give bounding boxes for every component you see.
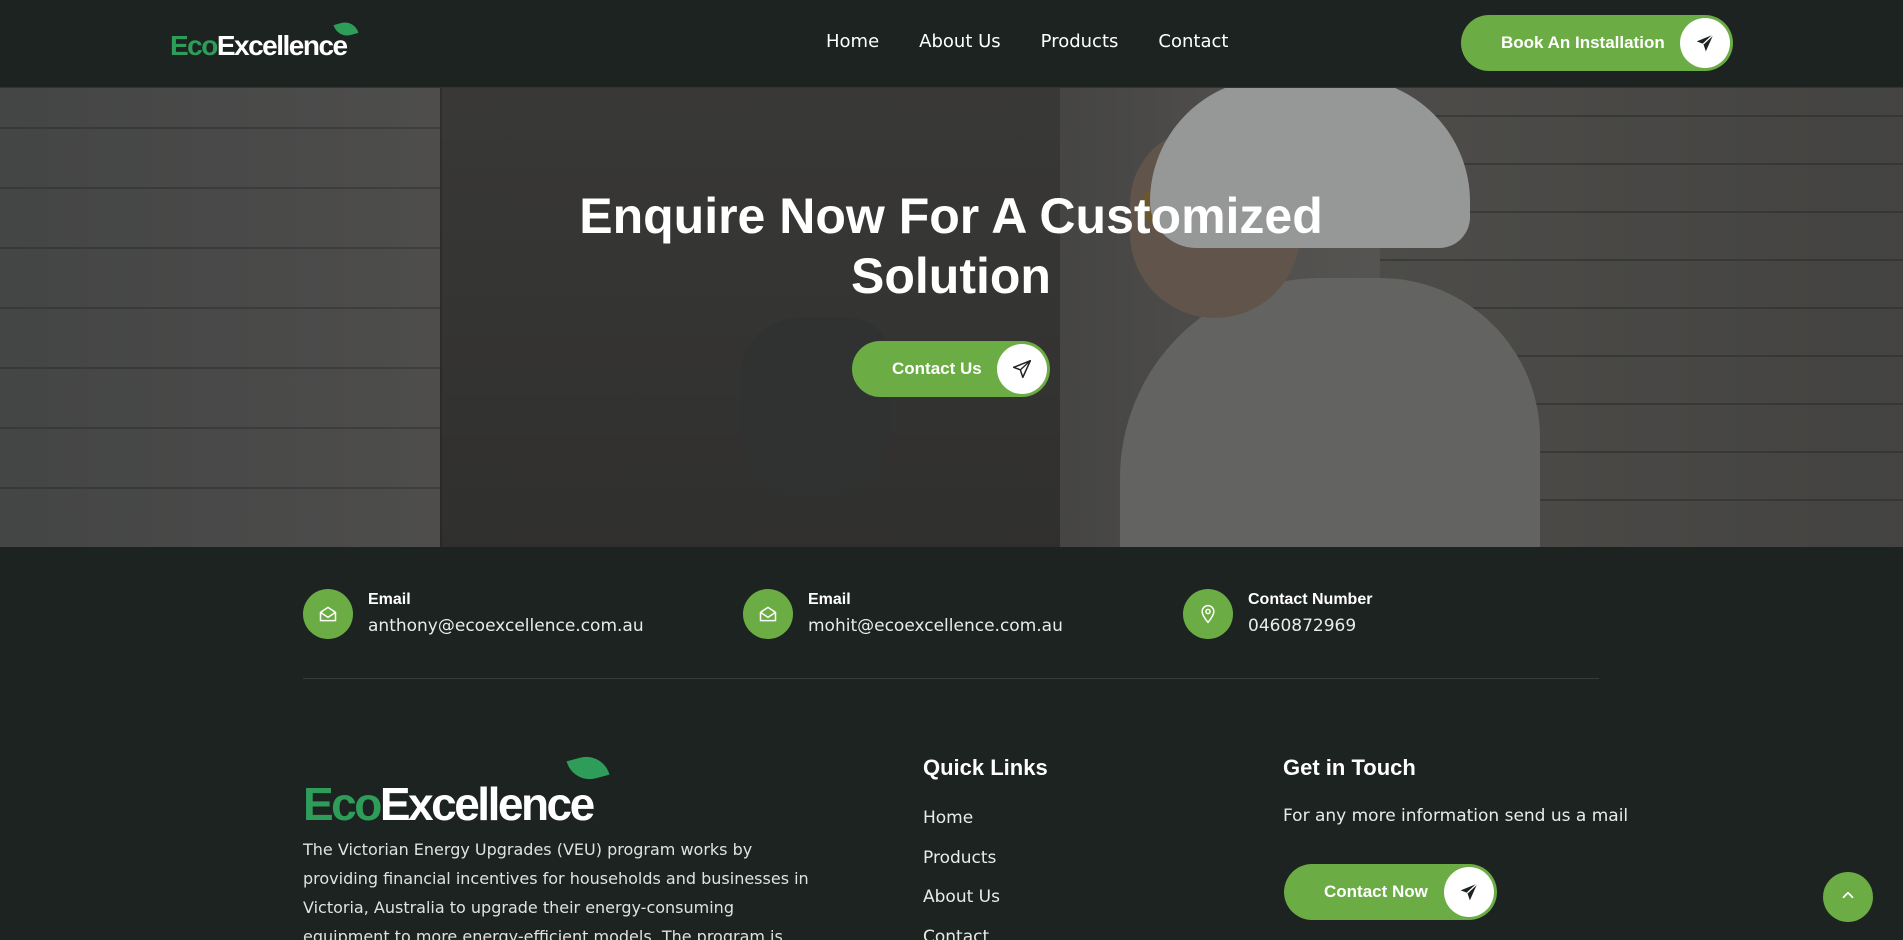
contact-email-2-value[interactable]: mohit@ecoexcellence.com.au [808, 616, 1063, 636]
nav-item-contact[interactable]: Contact [1158, 28, 1228, 56]
list-item: Home [923, 805, 1000, 845]
footer-divider [303, 678, 1599, 679]
hero-banner: Enquire Now For A Customized Solution Co… [0, 88, 1903, 547]
footer-logo[interactable]: EcoExcellence [303, 751, 610, 830]
quick-links-list: Home Products About Us Contact [923, 805, 1000, 940]
envelope-open-icon [303, 589, 353, 639]
get-in-touch-title: Get in Touch [1283, 755, 1416, 780]
contact-info-row: Email anthony@ecoexcellence.com.au Email… [303, 589, 1599, 639]
list-item: About Us [923, 884, 1000, 924]
contact-now-button[interactable]: Contact Now [1284, 864, 1497, 920]
paper-plane-icon [997, 344, 1047, 394]
site-logo[interactable]: EcoExcellence [170, 19, 359, 68]
book-installation-label: Book An Installation [1501, 33, 1665, 52]
site-header: EcoExcellence Home About Us Products Con… [0, 0, 1903, 88]
paper-plane-icon [1680, 18, 1730, 68]
hero-title-line1: Enquire Now For A Customized [579, 188, 1323, 244]
chevron-up-icon [1839, 886, 1857, 908]
nav-item-about-us[interactable]: About Us [919, 28, 1001, 56]
list-item: Products [923, 845, 1000, 885]
quick-link-products[interactable]: Products [923, 848, 996, 868]
scroll-to-top-button[interactable] [1823, 872, 1873, 922]
logo-excellence-text: Excellence [216, 30, 348, 61]
get-in-touch-text: For any more information send us a mail [1283, 806, 1629, 826]
hero-title-line2: Solution [851, 248, 1051, 304]
nav-item-home[interactable]: Home [826, 28, 879, 56]
hero-title: Enquire Now For A Customized Solution [551, 186, 1351, 306]
contact-phone-title: Contact Number [1248, 591, 1373, 608]
quick-link-contact[interactable]: Contact [923, 927, 989, 940]
contact-email-1-title: Email [368, 591, 411, 608]
quick-link-about-us[interactable]: About Us [923, 887, 1000, 907]
contact-phone-value[interactable]: 0460872969 [1248, 616, 1356, 636]
map-pin-icon [1183, 589, 1233, 639]
contact-email-1-value[interactable]: anthony@ecoexcellence.com.au [368, 616, 644, 636]
contact-now-label: Contact Now [1324, 882, 1428, 901]
quick-links-title: Quick Links [923, 755, 1048, 780]
nav-item-products[interactable]: Products [1041, 28, 1119, 56]
main-nav: Home About Us Products Contact [826, 28, 1228, 56]
contact-us-label: Contact Us [892, 359, 982, 378]
footer-logo-eco-text: Eco [303, 778, 382, 830]
logo-eco-text: Eco [170, 30, 218, 61]
footer-description: The Victorian Energy Upgrades (VEU) prog… [303, 840, 809, 940]
quick-link-home[interactable]: Home [923, 808, 973, 828]
paper-plane-icon [1444, 867, 1494, 917]
envelope-open-icon [743, 589, 793, 639]
contact-us-button[interactable]: Contact Us [852, 341, 1050, 397]
footer-logo-excellence-text: Excellence [379, 778, 595, 830]
contact-email-2-title: Email [808, 591, 851, 608]
book-installation-button[interactable]: Book An Installation [1461, 15, 1733, 71]
list-item: Contact [923, 924, 1000, 940]
